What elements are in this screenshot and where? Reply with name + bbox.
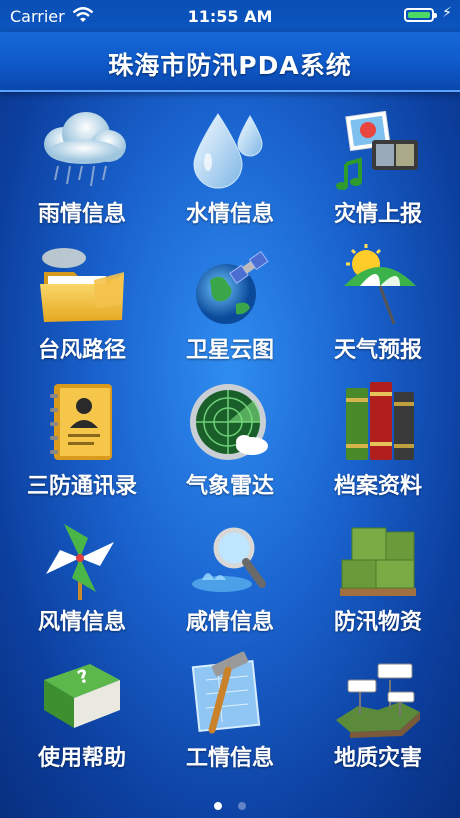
charging-icon: ⚡ xyxy=(442,5,452,21)
menu-item-label: 雨情信息 xyxy=(37,202,126,227)
menu-item-flood-supplies[interactable]: 防汛物资 xyxy=(304,508,452,644)
blueprint-hammer-icon xyxy=(191,651,261,734)
media-photos-icon xyxy=(336,110,418,190)
menu-item-rain-info[interactable]: 雨情信息 xyxy=(8,100,156,236)
folder-icon xyxy=(40,248,124,322)
status-bar: Carrier 11:55 AM ⚡ xyxy=(0,0,460,32)
menu-item-label: 三防通讯录 xyxy=(26,474,137,499)
books-icon xyxy=(346,382,414,460)
satellite-globe-icon xyxy=(196,250,269,324)
pinwheel-icon xyxy=(46,524,114,600)
menu-grid: 雨情信息 水情信息 灾情上报 台风路径 卫星云图 天气预报 三防通讯录 气象雷达… xyxy=(8,100,452,780)
radar-icon xyxy=(190,384,268,460)
sun-umbrella-icon xyxy=(344,244,416,325)
rain-cloud-icon xyxy=(44,112,126,187)
menu-item-weather-forecast[interactable]: 天气预报 xyxy=(304,236,452,372)
menu-item-engineering-info[interactable]: 工情信息 xyxy=(156,644,304,780)
water-drops-icon xyxy=(193,113,263,189)
menu-item-help[interactable]: ? 使用帮助 xyxy=(8,644,156,780)
menu-item-label: 气象雷达 xyxy=(185,474,274,499)
menu-item-weather-radar[interactable]: 气象雷达 xyxy=(156,372,304,508)
menu-item-label: 地质灾害 xyxy=(333,746,422,771)
menu-item-label: 风情信息 xyxy=(37,610,126,635)
geology-levels-icon xyxy=(336,663,420,738)
menu-item-label: 防汛物资 xyxy=(333,610,422,635)
clock: 11:55 AM xyxy=(187,7,273,26)
menu-item-label: 水情信息 xyxy=(185,202,274,227)
menu-item-wind-info[interactable]: 风情信息 xyxy=(8,508,156,644)
menu-item-disaster-report[interactable]: 灾情上报 xyxy=(304,100,452,236)
menu-item-satellite-cloud[interactable]: 卫星云图 xyxy=(156,236,304,372)
menu-item-geological-hazards[interactable]: 地质灾害 xyxy=(304,644,452,780)
help-book-icon: ? xyxy=(44,664,120,728)
page-title: 珠海市防汛PDA系统 xyxy=(108,51,352,80)
menu-item-label: 使用帮助 xyxy=(37,746,126,771)
menu-item-salinity-info[interactable]: 咸情信息 xyxy=(156,508,304,644)
menu-item-contacts[interactable]: 三防通讯录 xyxy=(8,372,156,508)
menu-item-label: 工情信息 xyxy=(185,746,274,771)
menu-item-label: 咸情信息 xyxy=(185,610,274,635)
menu-item-archives[interactable]: 档案资料 xyxy=(304,372,452,508)
menu-item-label: 档案资料 xyxy=(333,474,422,499)
menu-item-label: 天气预报 xyxy=(333,338,422,363)
address-book-icon xyxy=(50,384,112,460)
title-bar: 珠海市防汛PDA系统 xyxy=(0,32,460,92)
menu-item-label: 灾情上报 xyxy=(333,202,422,227)
battery-fill xyxy=(408,12,430,18)
magnifier-water-icon xyxy=(192,527,266,592)
page-dot-active[interactable] xyxy=(214,802,223,810)
menu-item-label: 台风路径 xyxy=(37,338,126,363)
menu-item-typhoon-path[interactable]: 台风路径 xyxy=(8,236,156,372)
menu-item-water-info[interactable]: 水情信息 xyxy=(156,100,304,236)
page-indicator[interactable] xyxy=(0,795,460,814)
menu-item-label: 卫星云图 xyxy=(185,338,274,363)
page-dot[interactable] xyxy=(237,802,246,810)
battery-icon xyxy=(404,8,437,22)
supply-boxes-icon xyxy=(340,527,416,596)
